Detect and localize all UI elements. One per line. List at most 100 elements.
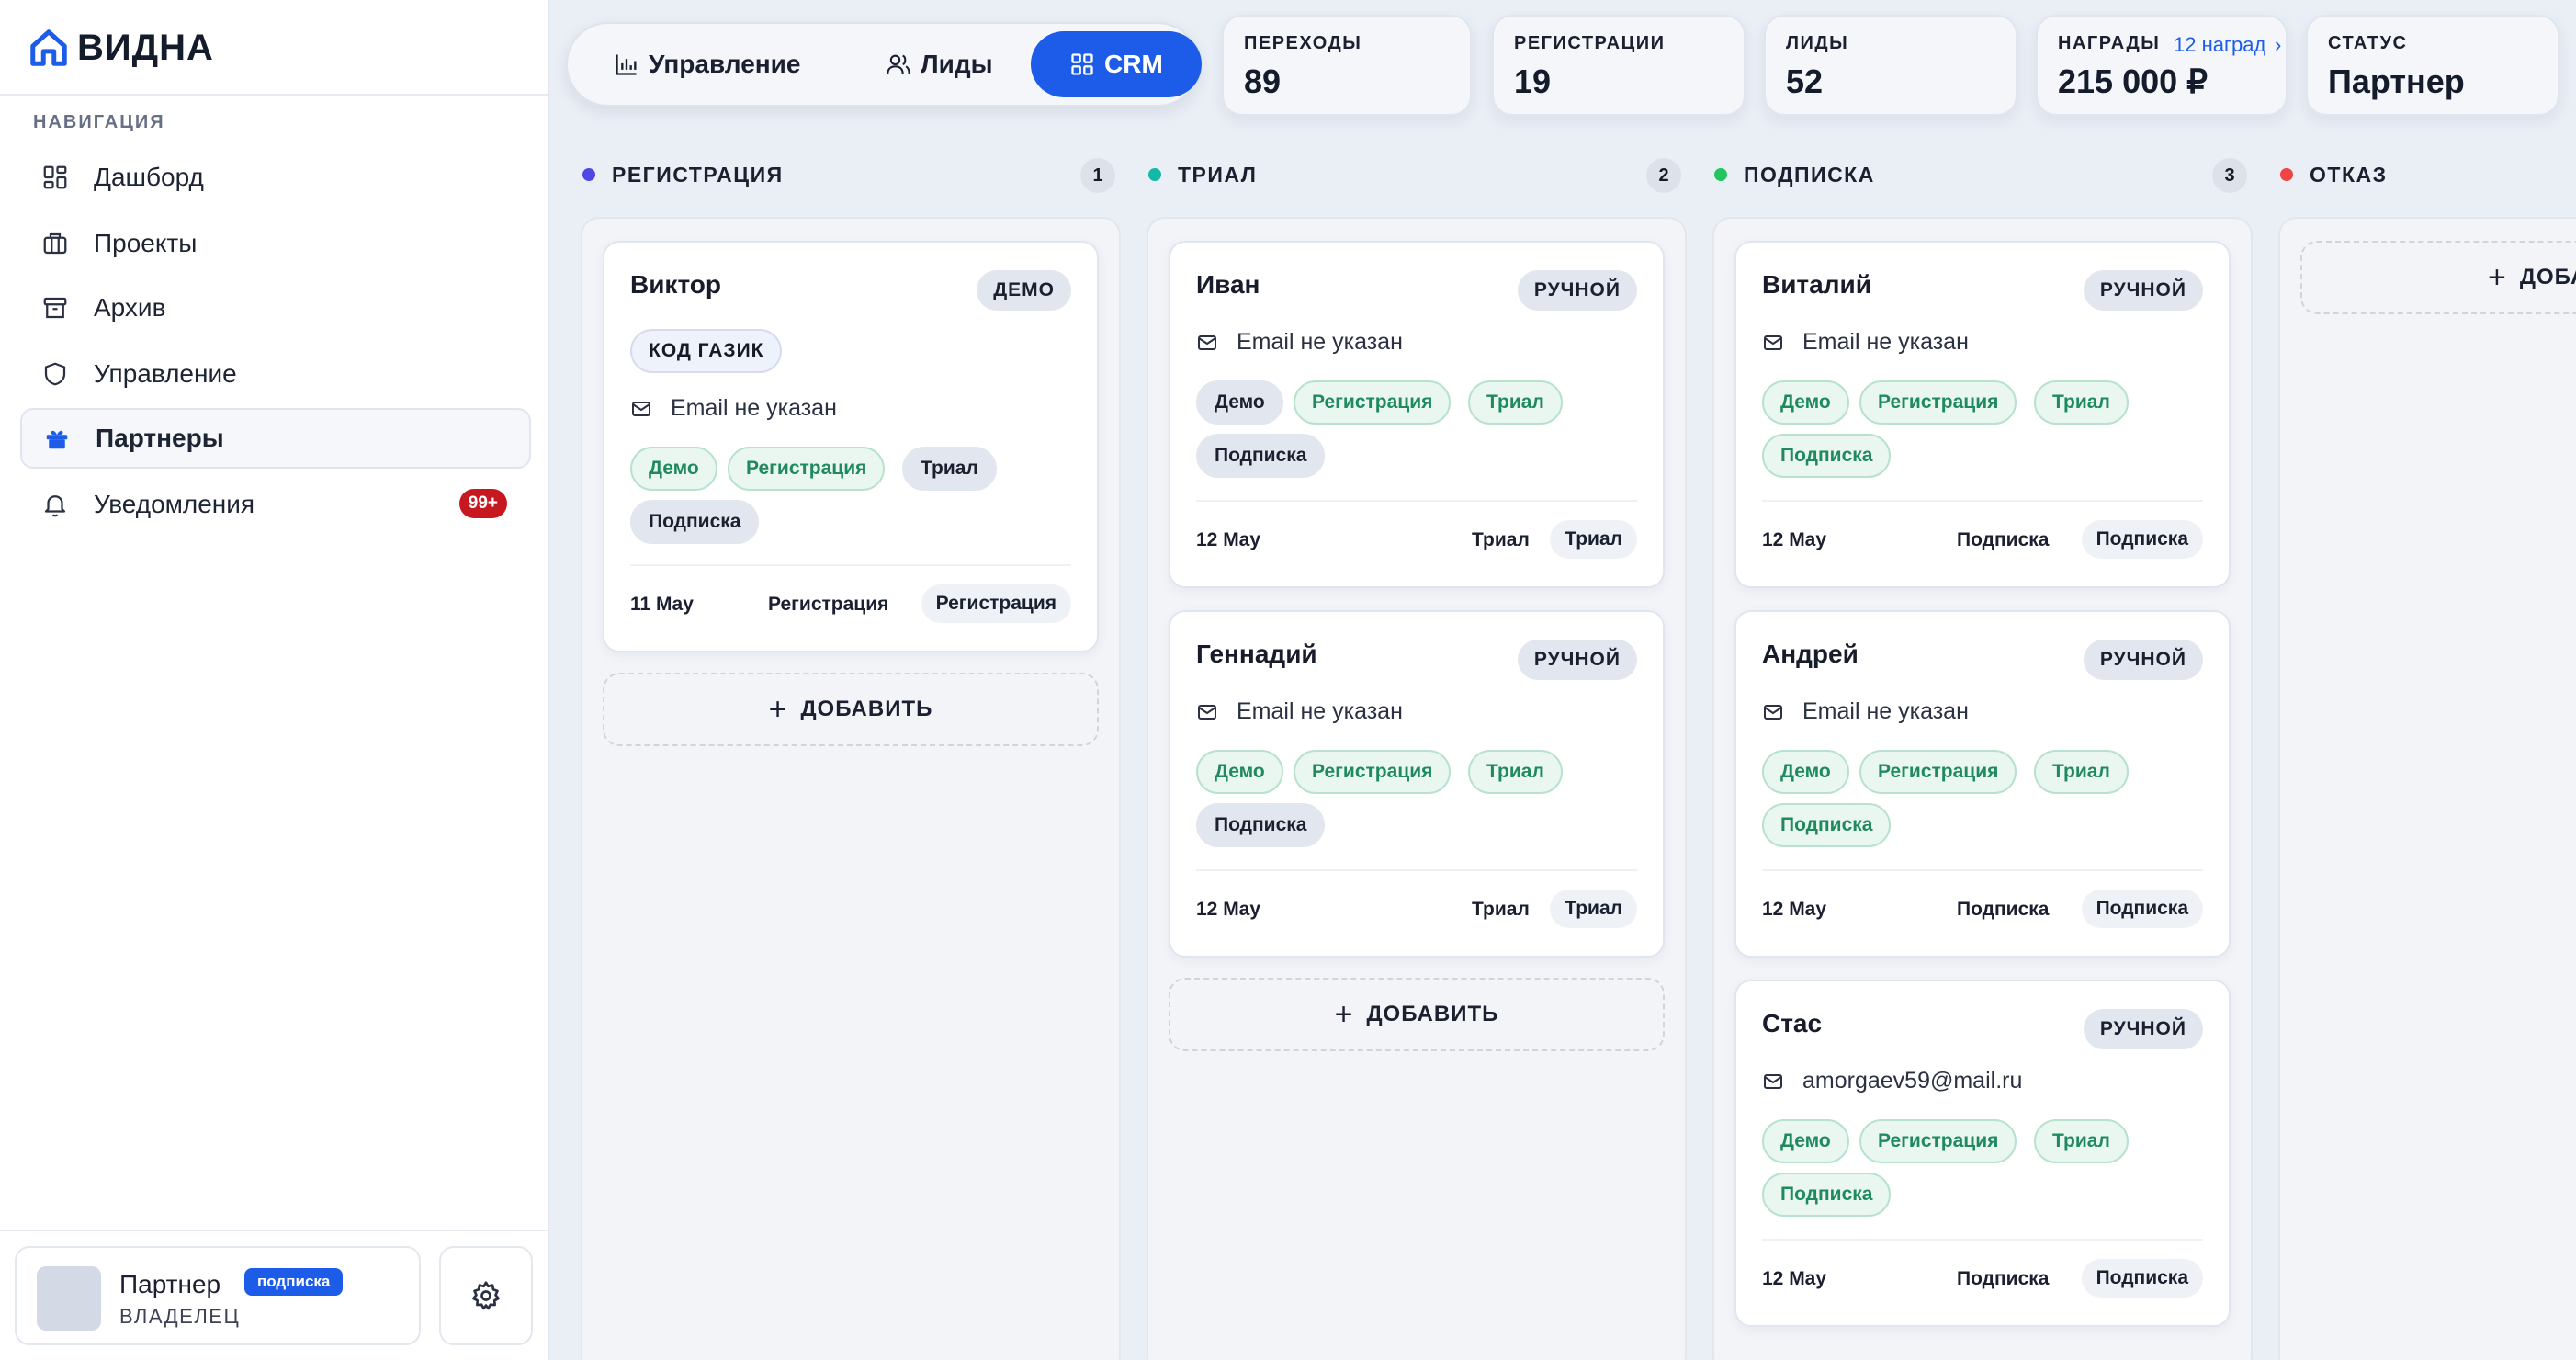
avatar: [37, 1266, 101, 1331]
card-divider: [1196, 500, 1637, 502]
add-lead-button[interactable]: + ДОБАВИТЬ: [1169, 978, 1665, 1051]
brand-logo[interactable]: ВИДНА: [28, 24, 214, 72]
card-divider: [1196, 869, 1637, 871]
column-title: РЕГИСТРАЦИЯ: [612, 162, 784, 187]
lead-stage-chip[interactable]: Подписка: [2081, 890, 2203, 928]
mail-icon: [632, 401, 650, 416]
lead-email: amorgaev59@mail.ru: [1762, 1068, 2022, 1094]
gift-icon: [42, 424, 72, 453]
card-divider: [1762, 500, 2203, 502]
column-trial: Иван РУЧНОЙ Email не указан Демо Регистр…: [1147, 217, 1687, 1360]
sidebar-item-partners[interactable]: Партнеры: [20, 408, 531, 469]
lead-stage: Регистрация: [768, 594, 889, 615]
lead-stage-chip[interactable]: Триал: [1550, 890, 1637, 928]
lead-date: 12 May: [1196, 899, 1261, 920]
add-button-label: ДОБАВИТЬ: [800, 697, 933, 721]
add-button-label: ДОБАВИТЬ: [1366, 1002, 1499, 1026]
gear-icon: [472, 1281, 500, 1310]
status-dot: [1714, 168, 1727, 181]
column-title: ПОДПИСКА: [1744, 162, 1875, 187]
mail-icon: [1764, 334, 1782, 350]
lead-stage-chip[interactable]: Регистрация: [921, 584, 1071, 623]
tag-chip: Демо: [1762, 380, 1849, 425]
lead-card[interactable]: Иван РУЧНОЙ Email не указан Демо Регистр…: [1169, 241, 1665, 588]
tag-chip: Подписка: [1196, 434, 1326, 478]
tag-chip: Демо: [1196, 750, 1283, 794]
mail-icon: [1764, 704, 1782, 720]
column-header-refusal: ОТКАЗ: [2280, 158, 2556, 191]
tab-label: Управление: [649, 50, 801, 78]
user-card[interactable]: Партнер подписка ВЛАДЕЛЕЦ: [15, 1246, 421, 1345]
bar-chart-icon: [616, 54, 637, 75]
lead-card[interactable]: Стас РУЧНОЙ amorgaev59@mail.ru Демо Реги…: [1734, 980, 2231, 1327]
tab-leads[interactable]: Лиды: [886, 31, 993, 97]
lead-stage: Триал: [1472, 899, 1530, 920]
sidebar-item-notifications[interactable]: Уведомления 99+: [20, 474, 531, 535]
sidebar-item-management[interactable]: Управление: [20, 344, 531, 404]
tag-chip: Демо: [630, 447, 717, 491]
add-lead-button[interactable]: + ДОБАВИТЬ: [603, 673, 1099, 746]
lead-card[interactable]: Андрей РУЧНОЙ Email не указан Демо Регис…: [1734, 610, 2231, 958]
grid-icon: [40, 163, 70, 192]
tab-crm[interactable]: CRM: [1031, 31, 1202, 97]
tag-chip: Подписка: [1762, 1173, 1892, 1217]
stat-rewards[interactable]: НАГРАДЫ 12 наград › 215 000 ₽: [2036, 15, 2288, 116]
user-name: Партнер: [119, 1270, 221, 1298]
lead-stage-chip[interactable]: Триал: [1550, 520, 1637, 559]
sidebar-item-label: Дашборд: [94, 163, 204, 191]
stat-registrations: РЕГИСТРАЦИИ 19: [1492, 15, 1746, 116]
lead-card[interactable]: Геннадий РУЧНОЙ Email не указан Демо Рег…: [1169, 610, 1665, 958]
stat-value: 215 000 ₽: [2058, 62, 2209, 100]
sidebar-item-projects[interactable]: Проекты: [20, 213, 531, 274]
lead-card[interactable]: Виталий РУЧНОЙ Email не указан Демо Реги…: [1734, 241, 2231, 588]
lead-name: Стас: [1762, 1009, 1823, 1037]
sidebar-item-archive[interactable]: Архив: [20, 278, 531, 338]
plus-icon: +: [1334, 997, 1354, 1032]
lead-stage-chip[interactable]: Подписка: [2081, 1259, 2203, 1298]
lead-email-text: Email не указан: [1237, 329, 1403, 355]
status-dot: [1148, 168, 1161, 181]
lead-stage: Подписка: [1957, 1268, 2050, 1289]
add-lead-button[interactable]: + ДОБА: [2300, 241, 2576, 314]
lead-type-badge: РУЧНОЙ: [2083, 640, 2203, 680]
mail-icon: [1198, 334, 1216, 350]
user-role: ВЛАДЕЛЕЦ: [119, 1305, 241, 1328]
lead-type-badge: РУЧНОЙ: [1517, 270, 1637, 311]
sidebar-item-dashboard[interactable]: Дашборд: [20, 147, 531, 208]
stat-status: СТАТУС Партнер: [2306, 15, 2559, 116]
lead-name: Виталий: [1762, 270, 1871, 299]
notifications-badge: 99+: [458, 489, 507, 518]
tag-chip: Триал: [2034, 380, 2129, 425]
lead-type-badge: РУЧНОЙ: [1517, 640, 1637, 680]
sidebar-bottom-divider: [0, 1230, 549, 1231]
lead-stage: Триал: [1472, 529, 1530, 550]
stat-transitions: ПЕРЕХОДЫ 89: [1222, 15, 1472, 116]
tab-management[interactable]: Управление: [614, 31, 800, 97]
settings-button[interactable]: [439, 1246, 533, 1345]
lead-email-text: amorgaev59@mail.ru: [1802, 1068, 2023, 1094]
stat-label: НАГРАДЫ: [2058, 33, 2161, 53]
lead-name: Геннадий: [1196, 640, 1317, 668]
lead-card[interactable]: Виктор ДЕМО КОД ГАЗИК Email не указан Де…: [603, 241, 1099, 652]
tag-chip: Подписка: [630, 500, 760, 544]
tag-chip: Регистрация: [1294, 380, 1452, 425]
promo-code-chip: КОД ГАЗИК: [630, 329, 783, 373]
column-count: 2: [1646, 158, 1681, 193]
chevron-right-icon: ›: [2275, 33, 2282, 56]
lead-email-text: Email не указан: [1802, 329, 1969, 355]
stat-label: РЕГИСТРАЦИИ: [1514, 33, 1666, 53]
column-title: ОТКАЗ: [2310, 162, 2388, 187]
card-divider: [1762, 1239, 2203, 1241]
tag-chip: Триал: [902, 447, 997, 491]
rewards-count-link[interactable]: 12 наград: [2174, 33, 2265, 57]
tag-chip: Демо: [1762, 750, 1849, 794]
lead-stage-chip[interactable]: Подписка: [2081, 520, 2203, 559]
sidebar-item-label: Управление: [94, 359, 237, 388]
lead-name: Иван: [1196, 270, 1260, 299]
column-subscription: Виталий РУЧНОЙ Email не указан Демо Реги…: [1712, 217, 2253, 1360]
tag-chip: Регистрация: [1859, 1119, 2017, 1163]
archive-icon: [40, 293, 70, 323]
tag-chip: Подписка: [1762, 434, 1892, 478]
stat-label: ПЕРЕХОДЫ: [1244, 33, 1362, 53]
column-refusal: + ДОБА: [2278, 217, 2576, 1360]
